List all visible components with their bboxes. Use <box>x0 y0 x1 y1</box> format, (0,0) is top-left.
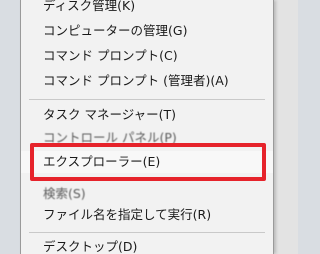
menu-item-desktop[interactable]: デスクトップ(D) <box>21 236 273 254</box>
winx-context-menu: ディスク管理(K) コンピューターの管理(G) コマンド プロンプト(C) コマ… <box>20 0 274 254</box>
menu-separator <box>29 99 265 100</box>
menu-item-command-prompt[interactable]: コマンド プロンプト(C) <box>21 45 273 67</box>
menu-item-search[interactable]: 検索(S) <box>21 183 273 205</box>
menu-item-run[interactable]: ファイル名を指定して実行(R) <box>21 204 273 226</box>
menu-item-command-prompt-admin[interactable]: コマンド プロンプト (管理者)(A) <box>21 70 273 92</box>
menu-item-disk-management[interactable]: ディスク管理(K) <box>21 0 273 17</box>
menu-item-task-manager[interactable]: タスク マネージャー(T) <box>21 104 273 126</box>
menu-item-explorer[interactable]: エクスプローラー(E) <box>21 151 273 173</box>
menu-separator <box>29 232 265 233</box>
menu-item-control-panel[interactable]: コントロール パネル(P) <box>21 127 273 149</box>
desktop-background <box>273 0 298 254</box>
menu-item-computer-management[interactable]: コンピューターの管理(G) <box>21 20 273 42</box>
screen: ディスク管理(K) コンピューターの管理(G) コマンド プロンプト(C) コマ… <box>0 0 298 254</box>
